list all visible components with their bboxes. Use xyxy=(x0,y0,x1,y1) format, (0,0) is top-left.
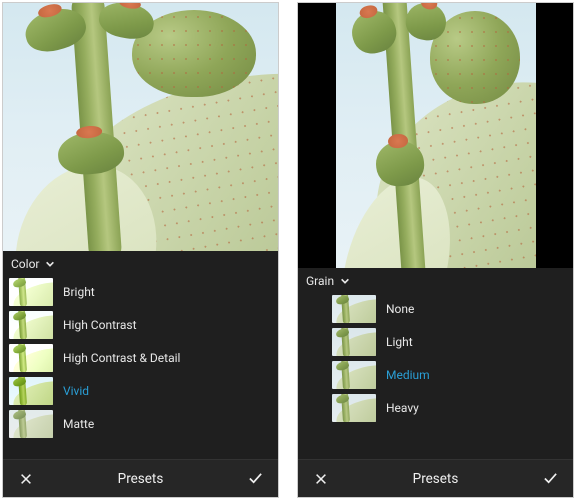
preset-panel-grain: Grain None Light Medium Heavy Presets xyxy=(297,2,574,498)
cancel-button[interactable] xyxy=(308,466,334,492)
photo-preview[interactable] xyxy=(336,3,536,268)
preset-thumbnail xyxy=(9,344,53,372)
preset-thumbnail xyxy=(332,361,376,389)
preset-item[interactable]: High Contrast xyxy=(3,308,278,341)
preset-label: Vivid xyxy=(63,384,89,398)
cancel-button[interactable] xyxy=(13,466,39,492)
preset-thumbnail xyxy=(9,311,53,339)
controls-area: Color Bright High Contrast High Contrast &… xyxy=(3,251,278,459)
preset-item[interactable]: None xyxy=(326,292,573,325)
category-label: Grain xyxy=(306,274,334,288)
preset-item[interactable]: Vivid xyxy=(3,374,278,407)
preset-list: Bright High Contrast High Contrast & Detai… xyxy=(3,275,278,459)
preset-label: Heavy xyxy=(386,401,419,415)
preset-item[interactable]: Heavy xyxy=(326,391,573,424)
preset-thumbnail xyxy=(9,377,53,405)
chevron-down-icon xyxy=(45,259,55,269)
preset-thumbnail xyxy=(332,394,376,422)
preset-label: Medium xyxy=(386,368,430,382)
category-selector[interactable]: Grain xyxy=(298,268,573,292)
preset-item[interactable]: Light xyxy=(326,325,573,358)
preset-thumbnail xyxy=(332,295,376,323)
photo-preview[interactable] xyxy=(3,3,278,251)
preset-label: Matte xyxy=(63,417,94,431)
preset-label: Light xyxy=(386,335,413,349)
bottom-bar: Presets xyxy=(3,459,278,497)
preset-label: High Contrast xyxy=(63,318,137,332)
preset-list: None Light Medium Heavy xyxy=(298,292,573,459)
chevron-down-icon xyxy=(340,276,350,286)
photo-preview-area xyxy=(3,3,278,251)
preset-item[interactable]: High Contrast & Detail xyxy=(3,341,278,374)
category-selector[interactable]: Color xyxy=(3,251,278,275)
bottom-bar: Presets xyxy=(298,459,573,497)
preset-item[interactable]: Matte xyxy=(3,407,278,440)
preset-label: High Contrast & Detail xyxy=(63,351,180,365)
preset-item[interactable]: Medium xyxy=(326,358,573,391)
preset-thumbnail xyxy=(332,328,376,356)
bottom-bar-title: Presets xyxy=(39,471,242,487)
preset-label: None xyxy=(386,302,414,316)
confirm-button[interactable] xyxy=(537,466,563,492)
preset-item[interactable]: Bright xyxy=(3,275,278,308)
preset-thumbnail xyxy=(9,278,53,306)
category-label: Color xyxy=(11,257,39,271)
preset-thumbnail xyxy=(9,410,53,438)
controls-area: Grain None Light Medium Heavy xyxy=(298,268,573,459)
confirm-button[interactable] xyxy=(242,466,268,492)
photo-preview-area xyxy=(298,3,573,268)
preset-label: Bright xyxy=(63,285,95,299)
bottom-bar-title: Presets xyxy=(334,471,537,487)
preset-panel-color: Color Bright High Contrast High Contrast &… xyxy=(2,2,279,498)
